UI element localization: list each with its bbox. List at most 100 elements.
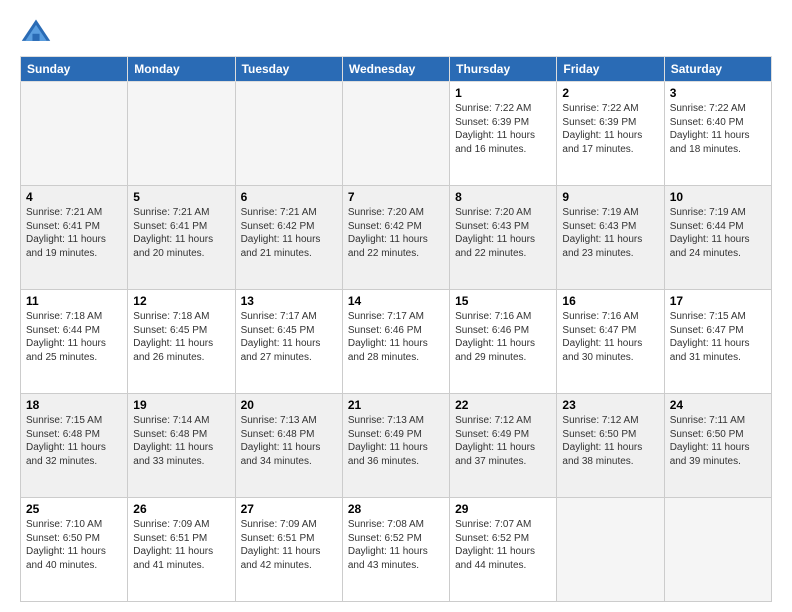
day-number: 29 — [455, 502, 551, 516]
day-number: 6 — [241, 190, 337, 204]
day-info: Sunrise: 7:16 AMSunset: 6:47 PMDaylight:… — [562, 310, 658, 364]
logo — [20, 16, 56, 48]
day-info: Sunrise: 7:11 AMSunset: 6:50 PMDaylight:… — [670, 414, 766, 468]
day-number: 3 — [670, 86, 766, 100]
day-number: 8 — [455, 190, 551, 204]
calendar-cell: 17 Sunrise: 7:15 AMSunset: 6:47 PMDayligh… — [664, 290, 771, 394]
day-info: Sunrise: 7:15 AMSunset: 6:47 PMDaylight:… — [670, 310, 766, 364]
calendar-cell: 29 Sunrise: 7:07 AMSunset: 6:52 PMDayligh… — [450, 498, 557, 602]
calendar-cell — [128, 82, 235, 186]
calendar-cell: 25 Sunrise: 7:10 AMSunset: 6:50 PMDayligh… — [21, 498, 128, 602]
day-number: 12 — [133, 294, 229, 308]
calendar-row-3: 18 Sunrise: 7:15 AMSunset: 6:48 PMDayligh… — [21, 394, 772, 498]
calendar-cell: 12Sunrise: 7:18 AMSunset: 6:45 PMDayligh… — [128, 290, 235, 394]
weekday-header-monday: Monday — [128, 57, 235, 82]
day-number: 24 — [670, 398, 766, 412]
weekday-header-sunday: Sunday — [21, 57, 128, 82]
day-info: Sunrise: 7:22 AMSunset: 6:40 PMDaylight:… — [670, 102, 766, 156]
calendar-cell: 1 Sunrise: 7:22 AMSunset: 6:39 PMDaylight… — [450, 82, 557, 186]
day-info: Sunrise: 7:19 AMSunset: 6:44 PMDaylight:… — [670, 206, 766, 260]
day-number: 15 — [455, 294, 551, 308]
calendar-cell: 16 Sunrise: 7:16 AMSunset: 6:47 PMDayligh… — [557, 290, 664, 394]
calendar-cell: 28 Sunrise: 7:08 AMSunset: 6:52 PMDayligh… — [342, 498, 449, 602]
weekday-header-tuesday: Tuesday — [235, 57, 342, 82]
day-info: Sunrise: 7:13 AMSunset: 6:49 PMDaylight:… — [348, 414, 444, 468]
calendar-cell: 15 Sunrise: 7:16 AMSunset: 6:46 PMDayligh… — [450, 290, 557, 394]
weekday-header-friday: Friday — [557, 57, 664, 82]
calendar-cell: 26 Sunrise: 7:09 AMSunset: 6:51 PMDayligh… — [128, 498, 235, 602]
day-number: 19 — [133, 398, 229, 412]
calendar-cell: 6 Sunrise: 7:21 AMSunset: 6:42 PMDaylight… — [235, 186, 342, 290]
day-info: Sunrise: 7:22 AMSunset: 6:39 PMDaylight:… — [562, 102, 658, 156]
day-info: Sunrise: 7:16 AMSunset: 6:46 PMDaylight:… — [455, 310, 551, 364]
calendar-cell — [664, 498, 771, 602]
calendar-cell — [21, 82, 128, 186]
weekday-header-thursday: Thursday — [450, 57, 557, 82]
day-number: 5 — [133, 190, 229, 204]
day-info: Sunrise: 7:21 AMSunset: 6:41 PMDaylight:… — [133, 206, 229, 260]
day-number: 18 — [26, 398, 122, 412]
logo-icon — [20, 16, 52, 48]
calendar-cell: 4 Sunrise: 7:21 AMSunset: 6:41 PMDaylight… — [21, 186, 128, 290]
calendar-cell: 2 Sunrise: 7:22 AMSunset: 6:39 PMDaylight… — [557, 82, 664, 186]
day-number: 25 — [26, 502, 122, 516]
day-info: Sunrise: 7:07 AMSunset: 6:52 PMDaylight:… — [455, 518, 551, 572]
day-number: 10 — [670, 190, 766, 204]
calendar-cell — [235, 82, 342, 186]
day-info: Sunrise: 7:21 AMSunset: 6:42 PMDaylight:… — [241, 206, 337, 260]
day-number: 14 — [348, 294, 444, 308]
calendar-cell: 20 Sunrise: 7:13 AMSunset: 6:48 PMDayligh… — [235, 394, 342, 498]
weekday-header-saturday: Saturday — [664, 57, 771, 82]
day-number: 28 — [348, 502, 444, 516]
calendar-row-0: 1 Sunrise: 7:22 AMSunset: 6:39 PMDaylight… — [21, 82, 772, 186]
day-info: Sunrise: 7:13 AMSunset: 6:48 PMDaylight:… — [241, 414, 337, 468]
calendar-row-2: 11Sunrise: 7:18 AMSunset: 6:44 PMDayligh… — [21, 290, 772, 394]
day-number: 9 — [562, 190, 658, 204]
day-number: 4 — [26, 190, 122, 204]
calendar-cell: 27Sunrise: 7:09 AMSunset: 6:51 PMDayligh… — [235, 498, 342, 602]
calendar-cell: 19 Sunrise: 7:14 AMSunset: 6:48 PMDayligh… — [128, 394, 235, 498]
day-number: 16 — [562, 294, 658, 308]
calendar-cell — [557, 498, 664, 602]
calendar-cell: 13Sunrise: 7:17 AMSunset: 6:45 PMDayligh… — [235, 290, 342, 394]
day-info: Sunrise: 7:17 AMSunset: 6:45 PMDaylight:… — [241, 310, 337, 364]
day-info: Sunrise: 7:10 AMSunset: 6:50 PMDaylight:… — [26, 518, 122, 572]
header — [20, 16, 772, 48]
calendar-cell — [342, 82, 449, 186]
day-info: Sunrise: 7:08 AMSunset: 6:52 PMDaylight:… — [348, 518, 444, 572]
calendar-cell: 3 Sunrise: 7:22 AMSunset: 6:40 PMDaylight… — [664, 82, 771, 186]
day-info: Sunrise: 7:20 AMSunset: 6:43 PMDaylight:… — [455, 206, 551, 260]
day-info: Sunrise: 7:14 AMSunset: 6:48 PMDaylight:… — [133, 414, 229, 468]
day-number: 1 — [455, 86, 551, 100]
calendar-cell: 21 Sunrise: 7:13 AMSunset: 6:49 PMDayligh… — [342, 394, 449, 498]
day-info: Sunrise: 7:20 AMSunset: 6:42 PMDaylight:… — [348, 206, 444, 260]
calendar-cell: 24 Sunrise: 7:11 AMSunset: 6:50 PMDayligh… — [664, 394, 771, 498]
day-number: 22 — [455, 398, 551, 412]
day-number: 2 — [562, 86, 658, 100]
calendar-cell: 7 Sunrise: 7:20 AMSunset: 6:42 PMDaylight… — [342, 186, 449, 290]
day-info: Sunrise: 7:09 AMSunset: 6:51 PMDaylight:… — [133, 518, 229, 572]
weekday-header-wednesday: Wednesday — [342, 57, 449, 82]
day-number: 17 — [670, 294, 766, 308]
calendar-page: SundayMondayTuesdayWednesdayThursdayFrid… — [0, 0, 792, 612]
calendar-cell: 10 Sunrise: 7:19 AMSunset: 6:44 PMDayligh… — [664, 186, 771, 290]
calendar-cell: 8 Sunrise: 7:20 AMSunset: 6:43 PMDaylight… — [450, 186, 557, 290]
day-info: Sunrise: 7:18 AMSunset: 6:44 PMDaylight:… — [26, 310, 122, 364]
day-number: 20 — [241, 398, 337, 412]
calendar-cell: 11Sunrise: 7:18 AMSunset: 6:44 PMDayligh… — [21, 290, 128, 394]
day-number: 21 — [348, 398, 444, 412]
day-info: Sunrise: 7:19 AMSunset: 6:43 PMDaylight:… — [562, 206, 658, 260]
day-info: Sunrise: 7:12 AMSunset: 6:50 PMDaylight:… — [562, 414, 658, 468]
day-info: Sunrise: 7:21 AMSunset: 6:41 PMDaylight:… — [26, 206, 122, 260]
day-number: 7 — [348, 190, 444, 204]
day-info: Sunrise: 7:15 AMSunset: 6:48 PMDaylight:… — [26, 414, 122, 468]
calendar-cell: 23Sunrise: 7:12 AMSunset: 6:50 PMDayligh… — [557, 394, 664, 498]
calendar-table: SundayMondayTuesdayWednesdayThursdayFrid… — [20, 56, 772, 602]
calendar-cell: 5 Sunrise: 7:21 AMSunset: 6:41 PMDaylight… — [128, 186, 235, 290]
calendar-cell: 9 Sunrise: 7:19 AMSunset: 6:43 PMDaylight… — [557, 186, 664, 290]
day-info: Sunrise: 7:22 AMSunset: 6:39 PMDaylight:… — [455, 102, 551, 156]
day-number: 26 — [133, 502, 229, 516]
weekday-header-row: SundayMondayTuesdayWednesdayThursdayFrid… — [21, 57, 772, 82]
calendar-cell: 18 Sunrise: 7:15 AMSunset: 6:48 PMDayligh… — [21, 394, 128, 498]
day-info: Sunrise: 7:17 AMSunset: 6:46 PMDaylight:… — [348, 310, 444, 364]
